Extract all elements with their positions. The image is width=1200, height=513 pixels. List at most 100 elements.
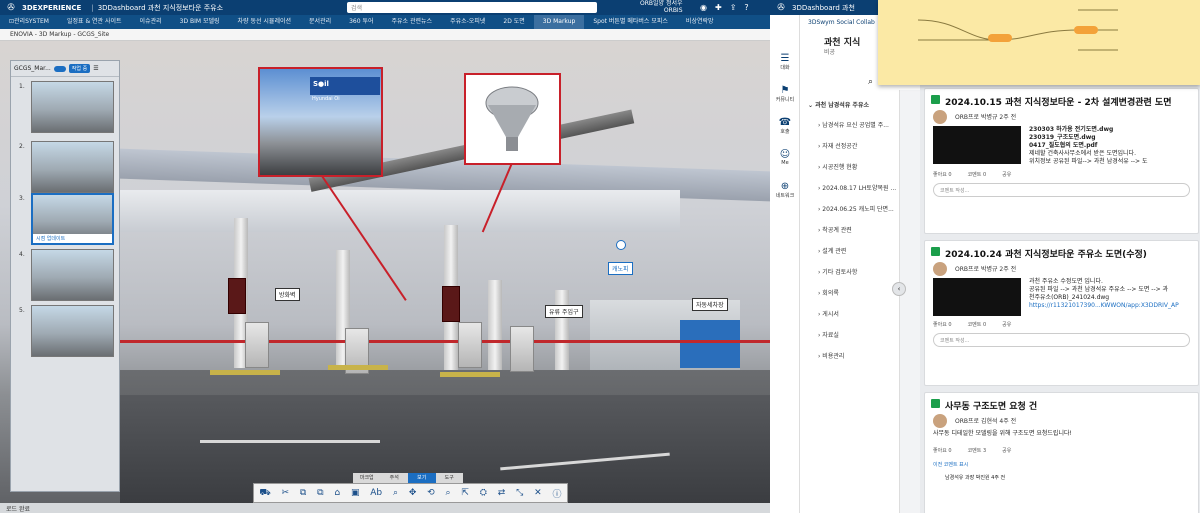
toolbar-tool-icon[interactable]: ⟲ bbox=[427, 488, 435, 498]
menu-icon[interactable]: ☰ bbox=[93, 65, 98, 72]
toolbar-tool-icon[interactable]: ✥ bbox=[409, 488, 417, 498]
toolbar-tool-icon[interactable]: ⓘ bbox=[553, 487, 562, 500]
author-name[interactable]: ORB프로 박병규 bbox=[955, 266, 998, 273]
avatar[interactable] bbox=[933, 110, 947, 124]
nav-item[interactable]: › 남경석유 요신 공업별 주... bbox=[818, 120, 889, 129]
attachment-preview[interactable] bbox=[933, 126, 1021, 164]
markup-thumbnail[interactable]: 시점 업데이트 bbox=[31, 193, 114, 245]
rail-item[interactable]: ☎ 호출 bbox=[770, 117, 800, 135]
right-dashboard-title[interactable]: 3DDashboard 과천 bbox=[792, 3, 855, 13]
post-share-button[interactable]: 공유 bbox=[1002, 322, 1011, 328]
tab-0[interactable]: ⊡관리SYSTEM bbox=[0, 15, 58, 29]
nav-item[interactable]: › 비용관리 bbox=[818, 351, 844, 360]
toolbar-tool-icon[interactable]: ⌂ bbox=[334, 488, 340, 498]
post-title[interactable]: 사무동 구조도면 요청 건 bbox=[925, 393, 1198, 416]
search-input[interactable]: 검색 bbox=[347, 2, 597, 13]
avatar[interactable] bbox=[933, 262, 947, 276]
rail-item[interactable]: ☰ 대화 bbox=[770, 53, 800, 71]
comment-input[interactable]: 코멘트 작성... bbox=[933, 183, 1190, 197]
post-title[interactable]: 2024.10.24 과천 지식정보타운 주유소 도면(수정) bbox=[925, 241, 1198, 264]
author-name[interactable]: ORB프로 박병규 bbox=[955, 114, 998, 121]
post-share-button[interactable]: 공유 bbox=[1002, 448, 1011, 454]
rail-item[interactable]: ☺ Me bbox=[770, 149, 800, 166]
nav-item[interactable]: › 기타 검토사항 bbox=[818, 267, 857, 276]
dashboard-title[interactable]: 3DDashboard 과천 지식정보타운 주유소 bbox=[98, 3, 223, 13]
post-title[interactable]: 2024.10.15 과천 지식정보타운 - 2차 설계변경관련 도면 bbox=[925, 89, 1198, 112]
reply-author[interactable]: 남경석유 과장 박진원 4주 전 bbox=[925, 470, 1198, 485]
post-likes-button[interactable]: 좋아요 0 bbox=[933, 322, 952, 328]
toolbar-tool-icon[interactable]: ⌕ bbox=[393, 488, 398, 498]
station-photo-callout[interactable]: S●il Hyundai Oi bbox=[258, 67, 383, 177]
toolbar-tool-icon[interactable]: ⧉ bbox=[317, 488, 323, 498]
lamp-photo-callout[interactable] bbox=[464, 73, 561, 165]
nav-item[interactable]: › 게시서 bbox=[818, 309, 839, 318]
nav-item[interactable]: › 2024.08.17 LH토양복원 ... bbox=[818, 183, 896, 192]
post-comments-button[interactable]: 코멘트 0 bbox=[968, 172, 987, 178]
toolbar-tab[interactable]: 마크업 bbox=[353, 473, 381, 483]
toolbar-tool-icon[interactable]: ⧉ bbox=[300, 488, 306, 498]
3ds-logo-icon[interactable]: ✇ bbox=[770, 3, 792, 13]
nav-item[interactable]: › 회의록 bbox=[818, 288, 839, 297]
toolbar-tool-icon[interactable]: Ab bbox=[370, 488, 382, 498]
3ds-logo-icon[interactable]: ✇ bbox=[0, 0, 22, 15]
markup-thumbnail[interactable] bbox=[31, 141, 114, 193]
toolbar-tool-icon[interactable]: ✂ bbox=[282, 488, 290, 498]
post-link[interactable]: https://r1132101739​0...KWWON/app:X3DDRI… bbox=[1029, 302, 1198, 310]
comment-input[interactable]: 코멘트 작성... bbox=[933, 333, 1190, 347]
nav-item[interactable]: › 자료실 bbox=[818, 330, 839, 339]
nav-item[interactable]: › 자재 선정공간 bbox=[818, 141, 857, 150]
tab-12[interactable]: 비상연락망 bbox=[677, 15, 723, 29]
work-status-button[interactable]: 작업 중 bbox=[68, 64, 91, 73]
label-fuel-inlet[interactable]: 유류 주입구 bbox=[545, 305, 583, 318]
post-likes-button[interactable]: 좋아요 0 bbox=[933, 448, 952, 454]
nav-item[interactable]: › 2024.06.25 캐노피 단면... bbox=[818, 204, 894, 213]
collapse-nav-button[interactable]: ‹ bbox=[892, 282, 906, 296]
nav-item[interactable]: › 착공계 관련 bbox=[818, 225, 852, 234]
post-comments-button[interactable]: 코멘트 3 bbox=[968, 448, 987, 454]
share-icon[interactable]: ⇪ bbox=[730, 3, 737, 12]
author-name[interactable]: ORB프로 김현석 bbox=[955, 418, 998, 425]
post-comments-button[interactable]: 코멘트 0 bbox=[968, 322, 987, 328]
rail-item[interactable]: ⊕ 네트워크 bbox=[770, 181, 800, 199]
tab-2[interactable]: 이슈관리 bbox=[131, 15, 171, 29]
markup-thumbnail[interactable] bbox=[31, 81, 114, 133]
toolbar-tool-icon[interactable]: ⛭ bbox=[480, 488, 487, 498]
toolbar-tab[interactable]: 보기 bbox=[408, 473, 436, 483]
nav-item[interactable]: › 시공진행 현황 bbox=[818, 162, 857, 171]
tab-9[interactable]: 2D 도면 bbox=[494, 15, 533, 29]
tab-4[interactable]: 차량 동선 시뮬레이션 bbox=[229, 15, 301, 29]
label-firewall[interactable]: 방화벽 bbox=[275, 288, 300, 301]
toolbar-tool-icon[interactable]: ⤡ bbox=[516, 488, 523, 498]
avatar[interactable]: ◉ bbox=[700, 3, 707, 12]
tab-11[interactable]: Spot 버튼별 메타버스 모피스 bbox=[584, 15, 677, 29]
help-icon[interactable]: ? bbox=[744, 3, 748, 12]
show-previous-comments[interactable]: 이전 코멘트 표시 bbox=[925, 459, 1198, 470]
markup-thumbnail[interactable] bbox=[31, 305, 114, 357]
toolbar-tool-icon[interactable]: ⇱ bbox=[461, 488, 469, 498]
toolbar-tool-icon[interactable]: ▣ bbox=[351, 488, 360, 498]
search-icon[interactable]: ⌕ bbox=[868, 77, 873, 87]
toolbar-tab[interactable]: 주석 bbox=[381, 473, 409, 483]
toolbar-tool-icon[interactable]: ⇄ bbox=[498, 488, 506, 498]
toolbar-tab[interactable]: 도구 bbox=[436, 473, 464, 483]
attachment-preview[interactable] bbox=[933, 278, 1021, 316]
toolbar-tool-icon[interactable]: ⌕ bbox=[446, 488, 451, 498]
panel-toggle[interactable] bbox=[53, 65, 66, 72]
rail-item[interactable]: ⚑ 커뮤니티 bbox=[770, 85, 800, 103]
tab-8[interactable]: 주유소-오피넷 bbox=[441, 15, 494, 29]
rotate-handle-icon[interactable] bbox=[616, 240, 626, 250]
avatar[interactable] bbox=[933, 414, 947, 428]
tab-6[interactable]: 360 투어 bbox=[340, 15, 382, 29]
post-likes-button[interactable]: 좋아요 0 bbox=[933, 172, 952, 178]
add-icon[interactable]: ✚ bbox=[715, 3, 722, 12]
tab-5[interactable]: 문서관리 bbox=[300, 15, 340, 29]
tab-1[interactable]: 일정표 & 연관 사이트 bbox=[58, 15, 131, 29]
markup-thumbnail[interactable] bbox=[31, 249, 114, 301]
nav-item[interactable]: › 설계 관련 bbox=[818, 246, 846, 255]
tab-10[interactable]: 3D Markup bbox=[533, 15, 585, 29]
post-share-button[interactable]: 공유 bbox=[1002, 172, 1011, 178]
toolbar-tool-icon[interactable]: ⛟ bbox=[259, 488, 270, 499]
label-canopy[interactable]: 캐노피 bbox=[608, 262, 633, 275]
tab-7[interactable]: 주유소 관련뉴스 bbox=[383, 15, 442, 29]
tab-3[interactable]: 3D BIM 모델링 bbox=[171, 15, 229, 29]
